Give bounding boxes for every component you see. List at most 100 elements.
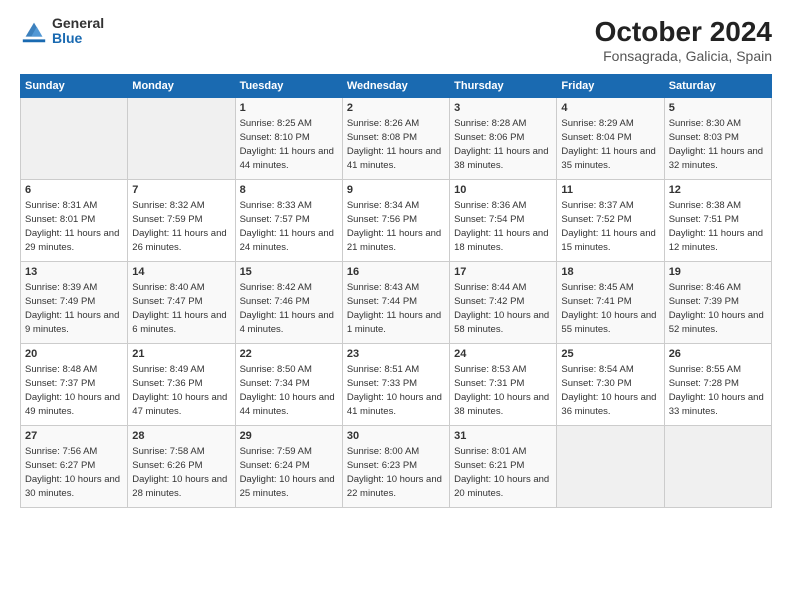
day-number: 30 <box>347 429 445 444</box>
day-cell-9: 9Sunrise: 8:34 AM Sunset: 7:56 PM Daylig… <box>342 180 449 262</box>
day-info: Sunrise: 8:34 AM Sunset: 7:56 PM Dayligh… <box>347 199 445 254</box>
day-cell-24: 24Sunrise: 8:53 AM Sunset: 7:31 PM Dayli… <box>450 344 557 426</box>
day-cell-23: 23Sunrise: 8:51 AM Sunset: 7:33 PM Dayli… <box>342 344 449 426</box>
week-row-3: 13Sunrise: 8:39 AM Sunset: 7:49 PM Dayli… <box>21 262 772 344</box>
day-number: 28 <box>132 429 230 444</box>
day-number: 5 <box>669 101 767 116</box>
day-cell-3: 3Sunrise: 8:28 AM Sunset: 8:06 PM Daylig… <box>450 98 557 180</box>
month-title: October 2024 <box>595 16 772 48</box>
day-cell-6: 6Sunrise: 8:31 AM Sunset: 8:01 PM Daylig… <box>21 180 128 262</box>
day-cell-19: 19Sunrise: 8:46 AM Sunset: 7:39 PM Dayli… <box>664 262 771 344</box>
day-info: Sunrise: 8:30 AM Sunset: 8:03 PM Dayligh… <box>669 117 767 172</box>
day-number: 10 <box>454 183 552 198</box>
day-cell-30: 30Sunrise: 8:00 AM Sunset: 6:23 PM Dayli… <box>342 426 449 508</box>
day-info: Sunrise: 8:50 AM Sunset: 7:34 PM Dayligh… <box>240 363 338 418</box>
day-info: Sunrise: 8:26 AM Sunset: 8:08 PM Dayligh… <box>347 117 445 172</box>
day-number: 31 <box>454 429 552 444</box>
day-number: 3 <box>454 101 552 116</box>
dow-header-saturday: Saturday <box>664 75 771 98</box>
day-number: 1 <box>240 101 338 116</box>
week-row-5: 27Sunrise: 7:56 AM Sunset: 6:27 PM Dayli… <box>21 426 772 508</box>
title-block: October 2024 Fonsagrada, Galicia, Spain <box>595 16 772 64</box>
day-number: 11 <box>561 183 659 198</box>
day-info: Sunrise: 8:31 AM Sunset: 8:01 PM Dayligh… <box>25 199 123 254</box>
day-cell-7: 7Sunrise: 8:32 AM Sunset: 7:59 PM Daylig… <box>128 180 235 262</box>
day-number: 7 <box>132 183 230 198</box>
day-number: 19 <box>669 265 767 280</box>
empty-cell <box>21 98 128 180</box>
day-cell-22: 22Sunrise: 8:50 AM Sunset: 7:34 PM Dayli… <box>235 344 342 426</box>
day-info: Sunrise: 8:48 AM Sunset: 7:37 PM Dayligh… <box>25 363 123 418</box>
day-number: 13 <box>25 265 123 280</box>
calendar-body: 1Sunrise: 8:25 AM Sunset: 8:10 PM Daylig… <box>21 98 772 508</box>
days-of-week-row: SundayMondayTuesdayWednesdayThursdayFrid… <box>21 75 772 98</box>
day-number: 26 <box>669 347 767 362</box>
calendar: SundayMondayTuesdayWednesdayThursdayFrid… <box>20 74 772 508</box>
day-info: Sunrise: 8:32 AM Sunset: 7:59 PM Dayligh… <box>132 199 230 254</box>
day-cell-29: 29Sunrise: 7:59 AM Sunset: 6:24 PM Dayli… <box>235 426 342 508</box>
day-info: Sunrise: 8:33 AM Sunset: 7:57 PM Dayligh… <box>240 199 338 254</box>
day-info: Sunrise: 8:44 AM Sunset: 7:42 PM Dayligh… <box>454 281 552 336</box>
day-cell-5: 5Sunrise: 8:30 AM Sunset: 8:03 PM Daylig… <box>664 98 771 180</box>
dow-header-tuesday: Tuesday <box>235 75 342 98</box>
day-info: Sunrise: 8:29 AM Sunset: 8:04 PM Dayligh… <box>561 117 659 172</box>
dow-header-wednesday: Wednesday <box>342 75 449 98</box>
logo-blue-text: Blue <box>52 31 104 46</box>
day-number: 6 <box>25 183 123 198</box>
logo-icon <box>20 17 48 45</box>
day-info: Sunrise: 8:46 AM Sunset: 7:39 PM Dayligh… <box>669 281 767 336</box>
day-cell-25: 25Sunrise: 8:54 AM Sunset: 7:30 PM Dayli… <box>557 344 664 426</box>
day-cell-17: 17Sunrise: 8:44 AM Sunset: 7:42 PM Dayli… <box>450 262 557 344</box>
location: Fonsagrada, Galicia, Spain <box>595 48 772 64</box>
day-cell-27: 27Sunrise: 7:56 AM Sunset: 6:27 PM Dayli… <box>21 426 128 508</box>
day-cell-21: 21Sunrise: 8:49 AM Sunset: 7:36 PM Dayli… <box>128 344 235 426</box>
day-cell-28: 28Sunrise: 7:58 AM Sunset: 6:26 PM Dayli… <box>128 426 235 508</box>
day-info: Sunrise: 8:51 AM Sunset: 7:33 PM Dayligh… <box>347 363 445 418</box>
day-number: 16 <box>347 265 445 280</box>
day-info: Sunrise: 8:42 AM Sunset: 7:46 PM Dayligh… <box>240 281 338 336</box>
day-cell-11: 11Sunrise: 8:37 AM Sunset: 7:52 PM Dayli… <box>557 180 664 262</box>
day-number: 15 <box>240 265 338 280</box>
day-number: 17 <box>454 265 552 280</box>
day-info: Sunrise: 8:00 AM Sunset: 6:23 PM Dayligh… <box>347 445 445 500</box>
day-number: 8 <box>240 183 338 198</box>
day-number: 14 <box>132 265 230 280</box>
day-number: 25 <box>561 347 659 362</box>
day-info: Sunrise: 8:55 AM Sunset: 7:28 PM Dayligh… <box>669 363 767 418</box>
day-cell-8: 8Sunrise: 8:33 AM Sunset: 7:57 PM Daylig… <box>235 180 342 262</box>
day-info: Sunrise: 8:39 AM Sunset: 7:49 PM Dayligh… <box>25 281 123 336</box>
day-cell-10: 10Sunrise: 8:36 AM Sunset: 7:54 PM Dayli… <box>450 180 557 262</box>
day-info: Sunrise: 8:25 AM Sunset: 8:10 PM Dayligh… <box>240 117 338 172</box>
day-cell-2: 2Sunrise: 8:26 AM Sunset: 8:08 PM Daylig… <box>342 98 449 180</box>
day-info: Sunrise: 8:53 AM Sunset: 7:31 PM Dayligh… <box>454 363 552 418</box>
empty-cell <box>557 426 664 508</box>
day-info: Sunrise: 8:28 AM Sunset: 8:06 PM Dayligh… <box>454 117 552 172</box>
day-info: Sunrise: 8:49 AM Sunset: 7:36 PM Dayligh… <box>132 363 230 418</box>
day-number: 2 <box>347 101 445 116</box>
day-info: Sunrise: 8:40 AM Sunset: 7:47 PM Dayligh… <box>132 281 230 336</box>
day-info: Sunrise: 8:01 AM Sunset: 6:21 PM Dayligh… <box>454 445 552 500</box>
day-cell-4: 4Sunrise: 8:29 AM Sunset: 8:04 PM Daylig… <box>557 98 664 180</box>
day-number: 12 <box>669 183 767 198</box>
day-cell-13: 13Sunrise: 8:39 AM Sunset: 7:49 PM Dayli… <box>21 262 128 344</box>
day-info: Sunrise: 8:45 AM Sunset: 7:41 PM Dayligh… <box>561 281 659 336</box>
day-number: 21 <box>132 347 230 362</box>
dow-header-monday: Monday <box>128 75 235 98</box>
dow-header-sunday: Sunday <box>21 75 128 98</box>
day-info: Sunrise: 7:56 AM Sunset: 6:27 PM Dayligh… <box>25 445 123 500</box>
day-number: 29 <box>240 429 338 444</box>
day-number: 24 <box>454 347 552 362</box>
day-number: 4 <box>561 101 659 116</box>
day-cell-1: 1Sunrise: 8:25 AM Sunset: 8:10 PM Daylig… <box>235 98 342 180</box>
day-info: Sunrise: 8:37 AM Sunset: 7:52 PM Dayligh… <box>561 199 659 254</box>
logo-general-text: General <box>52 16 104 31</box>
day-info: Sunrise: 8:43 AM Sunset: 7:44 PM Dayligh… <box>347 281 445 336</box>
day-info: Sunrise: 7:59 AM Sunset: 6:24 PM Dayligh… <box>240 445 338 500</box>
day-number: 23 <box>347 347 445 362</box>
day-cell-18: 18Sunrise: 8:45 AM Sunset: 7:41 PM Dayli… <box>557 262 664 344</box>
day-cell-31: 31Sunrise: 8:01 AM Sunset: 6:21 PM Dayli… <box>450 426 557 508</box>
empty-cell <box>128 98 235 180</box>
day-cell-15: 15Sunrise: 8:42 AM Sunset: 7:46 PM Dayli… <box>235 262 342 344</box>
day-info: Sunrise: 8:36 AM Sunset: 7:54 PM Dayligh… <box>454 199 552 254</box>
day-cell-12: 12Sunrise: 8:38 AM Sunset: 7:51 PM Dayli… <box>664 180 771 262</box>
